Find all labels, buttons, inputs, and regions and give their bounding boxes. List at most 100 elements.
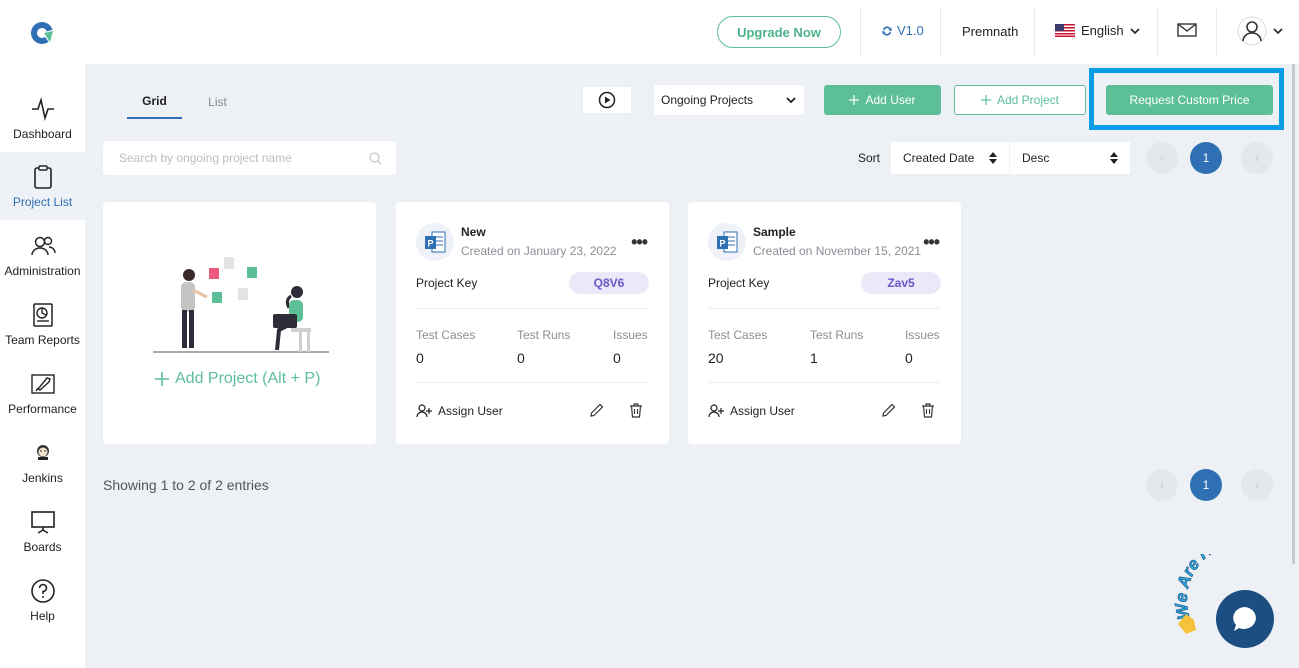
assign-user-button[interactable]: Assign User [708,404,795,418]
board-icon [30,510,55,534]
stat-label-test-runs: Test Runs [810,328,864,342]
delete-icon[interactable] [629,403,643,418]
project-status-select[interactable]: Ongoing Projects [654,85,804,115]
project-name[interactable]: New [461,225,486,239]
sidebar-item-help[interactable]: Help [0,566,85,634]
sort-order-select[interactable]: Desc [1010,142,1130,174]
project-icon: P [708,223,746,261]
add-project-link[interactable]: Add Project (Alt + P) [155,370,320,388]
add-user-icon [708,404,725,418]
sort-arrows-icon [989,152,997,164]
language-label: English [1081,23,1124,38]
clipboard-icon [33,164,52,189]
report-icon [32,302,53,327]
card-divider [708,382,941,383]
sidebar-item-label: Administration [4,263,81,278]
add-user-icon [416,404,433,418]
project-name[interactable]: Sample [753,225,796,239]
sort-label: Sort [858,151,881,165]
project-icon: P [416,223,454,261]
sidebar-item-performance[interactable]: Performance [0,359,85,427]
stat-label-test-cases: Test Cases [416,328,476,342]
card-divider [416,308,649,309]
sidebar-item-label: Performance [8,401,77,416]
project-key-label: Project Key [708,276,770,290]
plus-icon [155,372,169,386]
sort-field-value: Created Date [903,151,975,165]
stat-value-test-cases[interactable]: 20 [708,350,724,366]
delete-icon[interactable] [921,403,935,418]
edit-icon[interactable] [589,403,604,418]
assign-user-button[interactable]: Assign User [416,404,503,418]
sidebar-item-boards[interactable]: Boards [0,497,85,565]
sidebar-item-dashboard[interactable]: Dashboard [0,84,85,152]
pager-page-button[interactable]: 1 [1190,469,1222,501]
add-user-button[interactable]: Add User [824,85,941,115]
stat-value-test-runs[interactable]: 0 [517,350,525,366]
pulse-icon [31,96,54,121]
stat-value-test-cases[interactable]: 0 [416,350,424,366]
card-divider [416,382,649,383]
project-key-badge: Q8V6 [569,272,649,294]
stat-label-issues: Issues [905,328,940,342]
more-options-icon[interactable]: ••• [631,232,648,253]
sidebar-item-label: Help [30,608,55,623]
search-input[interactable] [119,151,369,165]
sidebar-item-team-reports[interactable]: Team Reports [0,290,85,358]
stat-value-issues[interactable]: 0 [905,350,913,366]
pager-prev-button[interactable]: ‹ [1146,469,1178,501]
assign-user-label: Assign User [438,404,503,418]
version-indicator[interactable]: V1.0 [881,23,924,38]
add-user-label: Add User [865,93,916,107]
chevron-down-icon [1130,27,1140,34]
chevron-right-icon: › [1255,478,1259,492]
tab-list[interactable]: List [190,84,245,119]
sidebar-item-label: Project List [12,194,73,209]
vertical-scrollbar[interactable] [1292,64,1295,564]
sidebar-item-administration[interactable]: Administration [0,221,85,289]
edit-icon[interactable] [881,403,896,418]
sidebar-item-label: Boards [23,539,62,554]
sidebar-item-label: Dashboard [13,126,72,141]
chat-launcher-button[interactable] [1216,590,1274,648]
sidebar-item-jenkins[interactable]: Jenkins [0,428,85,496]
sidebar: Dashboard Project List Administration Te… [0,64,85,668]
view-tabs: Grid List [127,84,245,119]
pager-page-button[interactable]: 1 [1190,142,1222,174]
language-selector[interactable]: English [1055,23,1140,38]
stat-value-test-runs[interactable]: 1 [810,350,818,366]
user-avatar-icon [1237,16,1267,46]
us-flag-icon [1055,24,1075,37]
app-logo[interactable] [29,19,57,47]
upgrade-now-button[interactable]: Upgrade Now [717,16,841,48]
header-divider [940,8,941,56]
request-custom-price-button[interactable]: Request Custom Price [1106,85,1273,115]
sidebar-item-project-list[interactable]: Project List [0,152,85,220]
help-icon [30,578,55,603]
svg-text:P: P [720,239,726,249]
pager-next-button[interactable]: › [1241,142,1273,174]
pager-prev-button[interactable]: ‹ [1146,142,1178,174]
more-options-icon[interactable]: ••• [923,232,940,253]
sort-field-select[interactable]: Created Date [891,142,1009,174]
search-icon[interactable] [369,151,382,165]
project-created-date: Created on January 23, 2022 [461,244,617,258]
project-card[interactable]: P New Created on January 23, 2022 ••• Pr… [396,202,669,444]
profile-menu[interactable] [1237,16,1283,46]
project-key-label: Project Key [416,276,478,290]
chevron-right-icon: › [1255,151,1259,165]
mail-icon[interactable] [1177,22,1197,38]
tab-grid[interactable]: Grid [127,84,182,119]
team-illustration [151,252,331,357]
pager-next-button[interactable]: › [1241,469,1273,501]
stat-label-test-runs: Test Runs [517,328,571,342]
status-select-value: Ongoing Projects [661,93,754,107]
sync-icon [881,25,893,37]
add-project-button[interactable]: Add Project [954,85,1086,115]
svg-text:P: P [428,239,434,249]
add-project-card[interactable]: Add Project (Alt + P) [103,202,376,444]
play-tour-button[interactable] [581,85,633,115]
project-key-badge: Zav5 [861,272,941,294]
stat-value-issues[interactable]: 0 [613,350,621,366]
project-card[interactable]: P Sample Created on November 15, 2021 ••… [688,202,961,444]
